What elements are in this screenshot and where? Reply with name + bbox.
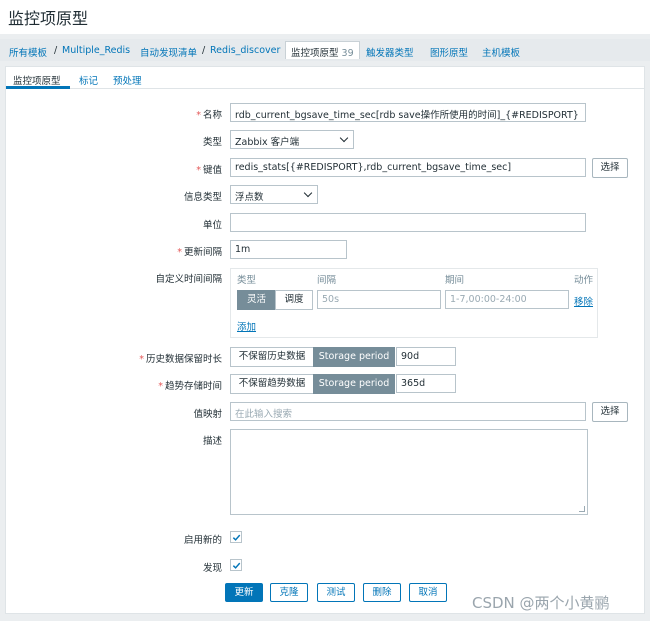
update-interval-label: * 更新间隔	[177, 247, 222, 258]
update-interval-input[interactable]: 1m	[230, 240, 347, 259]
update-button[interactable]: 更新	[225, 583, 263, 602]
create-enabled-label: 启用新的	[183, 535, 222, 546]
history-period-input[interactable]: 90d	[396, 347, 456, 366]
test-button[interactable]: 测试	[317, 583, 355, 602]
trends-do-not-keep[interactable]: 不保留趋势数据	[230, 374, 314, 394]
valuemap-label: 值映射	[193, 409, 222, 420]
breadcrumb-discovery-list[interactable]: 自动发现清单	[140, 45, 197, 59]
type-label: 类型	[202, 137, 222, 148]
breadcrumb-separator: /	[202, 45, 206, 56]
clone-button[interactable]: 克隆	[270, 583, 308, 602]
interval-add-link[interactable]: 添加	[237, 319, 256, 333]
description-label: 描述	[202, 436, 222, 447]
breadcrumb-template[interactable]: Multiple_Redis	[62, 45, 130, 56]
key-select-button[interactable]: 选择	[592, 158, 628, 178]
history-do-not-keep[interactable]: 不保留历史数据	[230, 347, 314, 367]
trends-period-input[interactable]: 365d	[396, 374, 456, 393]
valuemap-select-button[interactable]: 选择	[592, 402, 628, 422]
breadcrumb-separator: /	[54, 45, 58, 56]
description-textarea[interactable]	[230, 429, 588, 515]
tab-preprocessing[interactable]: 预处理	[113, 73, 142, 87]
trends-storage-period[interactable]: Storage period	[313, 374, 395, 394]
breadcrumb-discovery-rule[interactable]: Redis_discover	[210, 45, 280, 56]
interval-type-flexible[interactable]: 灵活	[237, 290, 276, 310]
form-panel: 监控项原型 标记 预处理 * 名称 rdb_current_bgsave_time…	[5, 66, 645, 614]
nav-item-prototypes-active[interactable]: 监控项原型 39	[285, 41, 360, 59]
chevron-down-icon	[303, 188, 313, 198]
chevron-down-icon	[339, 133, 349, 143]
name-input[interactable]: rdb_current_bgsave_time_sec[rdb save操作所使…	[230, 103, 586, 122]
column-header-interval: 间隔	[317, 275, 337, 286]
period-input[interactable]: 1-7,00:00-24:00	[445, 290, 569, 309]
unit-input[interactable]	[230, 213, 586, 232]
cancel-button[interactable]: 取消	[409, 583, 447, 602]
nav-trigger-prototypes[interactable]: 触发器类型	[366, 45, 414, 59]
checkmark-icon	[232, 534, 241, 541]
custom-intervals-table: 类型 间隔 期间 动作 灵活 调度 50s 1-7,00:00-24:00 移除…	[230, 268, 598, 338]
checkmark-icon	[232, 562, 241, 569]
interval-remove-link[interactable]: 移除	[574, 294, 593, 308]
page-header: 监控项原型	[0, 0, 650, 34]
interval-type-scheduling[interactable]: 调度	[275, 290, 313, 310]
discover-checkbox[interactable]	[230, 559, 242, 571]
active-tab-indicator	[6, 86, 70, 89]
delete-button[interactable]: 删除	[363, 583, 401, 602]
type-select[interactable]: Zabbix 客户端	[230, 130, 354, 149]
trends-label: * 趋势存储时间	[158, 381, 222, 392]
discover-label: 发现	[202, 563, 222, 574]
name-label: * 名称	[196, 110, 222, 121]
unit-label: 单位	[202, 220, 222, 231]
column-header-action: 动作	[574, 275, 594, 286]
breadcrumb: 所有模板 / Multiple_Redis 自动发现清单 / Redis_dis…	[0, 39, 650, 61]
column-header-period: 期间	[445, 275, 465, 286]
info-type-select[interactable]: 浮点数	[230, 185, 318, 204]
watermark: CSDN @两个小黄鹂	[472, 594, 610, 612]
tab-item-prototype[interactable]: 监控项原型	[13, 73, 61, 87]
history-storage-period[interactable]: Storage period	[313, 347, 395, 367]
key-label: * 键值	[196, 165, 222, 176]
valuemap-search-input[interactable]: 在此输入搜索	[230, 402, 586, 421]
breadcrumb-all-templates[interactable]: 所有模板	[9, 45, 47, 59]
custom-intervals-label: 自定义时间间隔	[155, 274, 222, 285]
page-title: 监控项原型	[8, 9, 89, 28]
nav-graph-prototypes[interactable]: 图形原型	[430, 45, 468, 59]
tab-bar: 监控项原型 标记 预处理	[6, 67, 644, 89]
tab-tags[interactable]: 标记	[79, 73, 98, 87]
history-label: * 历史数据保留时长	[139, 354, 222, 365]
info-type-label: 信息类型	[183, 192, 222, 203]
column-header-type: 类型	[237, 275, 257, 286]
key-input[interactable]: redis_stats[{#REDISPORT},rdb_current_bgs…	[230, 158, 586, 177]
create-enabled-checkbox[interactable]	[230, 531, 242, 543]
resize-handle-icon	[579, 506, 585, 512]
prototype-count: 39	[341, 48, 354, 59]
interval-input[interactable]: 50s	[317, 290, 441, 309]
nav-host-prototypes[interactable]: 主机模板	[482, 45, 520, 59]
